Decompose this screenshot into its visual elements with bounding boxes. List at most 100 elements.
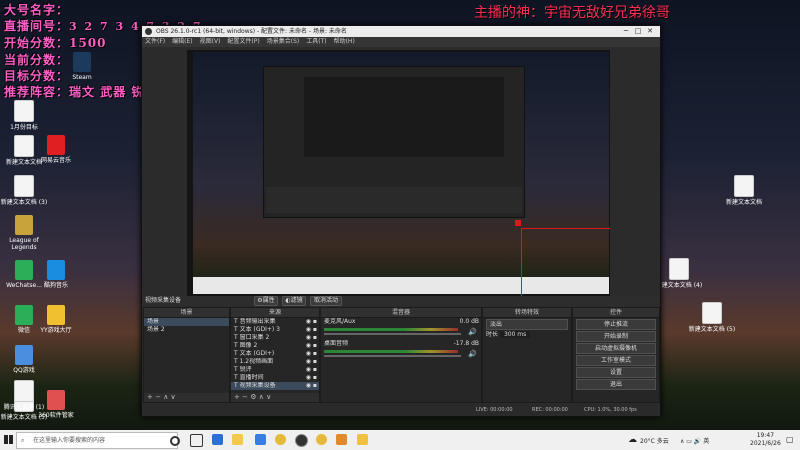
file-explorer-icon[interactable] (232, 434, 243, 445)
source-item[interactable]: T 图像 2 ◉ ▪ (231, 342, 319, 350)
settings-icon[interactable]: ⚙ (250, 393, 259, 401)
menu-item[interactable]: 工具(T) (306, 38, 326, 45)
source-item[interactable]: T 文本 (GDI+) ◉ ▪ (231, 350, 319, 358)
duration-input[interactable]: 300 ms (499, 331, 531, 338)
down-icon[interactable]: ∨ (266, 393, 271, 401)
control-button[interactable]: 工作室模式 (576, 355, 656, 366)
task-view-icon[interactable] (190, 434, 203, 447)
source-item[interactable]: T 直播时间 ◉ ▪ (231, 374, 319, 382)
eye-icon[interactable]: ◉ ▪ (306, 366, 319, 374)
desktop-icon[interactable]: 360软件管家 (32, 390, 80, 419)
desktop-icon[interactable]: 新建文本文档 (4) (655, 258, 703, 289)
desktop-icon-label: 新建文本文档 (3) (0, 199, 48, 206)
control-button[interactable]: 启动虚拟摄像机 (576, 343, 656, 354)
speaker-icon[interactable]: 🔊 (468, 328, 477, 336)
remove-icon[interactable]: − (155, 393, 163, 401)
desktop-icon[interactable]: 1月份目标 (0, 100, 48, 131)
desktop-icon[interactable]: YY游戏大厅 (32, 305, 80, 334)
properties-button[interactable]: ⚙属性 (254, 296, 278, 306)
desktop-icon[interactable]: 新建文本文档 (5) (688, 302, 736, 333)
cortana-icon[interactable] (170, 436, 180, 446)
selection-red-box[interactable] (521, 228, 610, 296)
app-icon (15, 260, 33, 280)
eye-icon[interactable]: ◉ ▪ (306, 350, 319, 358)
duration-row: 时长 300 ms (483, 331, 571, 339)
sources-footer: + − ⚙ ∧ ∨ (231, 393, 319, 402)
eye-icon[interactable]: ◉ ▪ (306, 374, 319, 382)
document-icon (734, 175, 754, 197)
desktop-icon[interactable]: Steam (58, 52, 106, 81)
app-icon (73, 52, 91, 72)
app-icon[interactable] (255, 434, 266, 445)
obs-preview[interactable] (187, 50, 610, 296)
control-button[interactable]: 退出 (576, 379, 656, 390)
windows-start-icon[interactable] (4, 435, 13, 444)
obs-titlebar[interactable]: OBS 26.1.0-rc1 (64-bit, windows) - 配置文件:… (142, 26, 660, 37)
obs-taskbar-icon[interactable] (295, 434, 308, 447)
edge-icon[interactable] (212, 434, 223, 445)
scene-item[interactable]: 场景 (144, 318, 229, 326)
menu-item[interactable]: 场景集合(S) (267, 38, 300, 45)
notification-icon[interactable]: ▢ (786, 435, 794, 444)
eye-icon[interactable]: ◉ ▪ (306, 382, 319, 390)
obs-window[interactable]: OBS 26.1.0-rc1 (64-bit, windows) - 配置文件:… (141, 25, 661, 417)
control-button[interactable]: 设置 (576, 367, 656, 378)
desktop-icon[interactable]: QQ游戏 (0, 345, 48, 374)
eye-icon[interactable]: ◉ ▪ (306, 334, 319, 342)
up-icon[interactable]: ∧ (259, 393, 266, 401)
source-item[interactable]: T 窗口采集 2 ◉ ▪ (231, 334, 319, 342)
menu-item[interactable]: 视图(V) (200, 38, 221, 45)
desktop-icon[interactable]: 酷狗音乐 (32, 260, 80, 289)
desktop-icon[interactable]: League of Legends (0, 215, 48, 251)
desktop-icon[interactable]: 新建文本文档 (3) (0, 175, 48, 206)
clock[interactable]: 19:47 2021/6/26 (750, 432, 781, 448)
filters-button[interactable]: ◐滤镜 (282, 296, 306, 306)
add-icon[interactable]: + (147, 393, 155, 401)
menu-item[interactable]: 文件(F) (145, 38, 165, 45)
control-button[interactable]: 开始录制 (576, 331, 656, 342)
add-icon[interactable]: + (234, 393, 242, 401)
app-icon (47, 390, 65, 410)
app-icon-3[interactable] (357, 434, 368, 445)
menu-item[interactable]: 编辑(E) (172, 38, 192, 45)
close-icon[interactable]: ✕ (644, 26, 656, 37)
source-item[interactable]: T 音频输出采集 ◉ ▪ (231, 318, 319, 326)
eye-icon[interactable]: ◉ ▪ (306, 318, 319, 326)
menu-item[interactable]: 帮助(H) (334, 38, 355, 45)
source-item[interactable]: T 文本 (GDI+) 3 ◉ ▪ (231, 326, 319, 334)
volume-slider[interactable] (324, 333, 461, 335)
source-item[interactable]: T 锐评 ◉ ▪ (231, 366, 319, 374)
eye-icon[interactable]: ◉ ▪ (306, 326, 319, 334)
weather[interactable]: 20°C 多云 (640, 436, 669, 445)
desktop-icon[interactable]: 网易云音乐 (32, 135, 80, 164)
search-input[interactable]: ⌕ 在这里输入你要搜索的内容 (16, 432, 178, 449)
scene-item[interactable]: 场景 2 (144, 326, 229, 334)
resize-handle[interactable] (515, 220, 521, 226)
remove-icon[interactable]: − (242, 393, 250, 401)
eye-icon[interactable]: ◉ ▪ (306, 342, 319, 350)
desktop-icon[interactable]: 新建文本文档 (720, 175, 768, 206)
control-button[interactable]: 停止推流 (576, 319, 656, 330)
overlay-line-1: 大号名字： (4, 3, 70, 17)
chrome-icon-2[interactable] (316, 434, 327, 445)
app-icon (47, 135, 65, 155)
eye-icon[interactable]: ◉ ▪ (306, 358, 319, 366)
tray-icons[interactable]: ∧ ▭ 🔊 英 (680, 436, 709, 445)
up-icon[interactable]: ∧ (163, 393, 170, 401)
transition-select[interactable]: 淡出 (486, 319, 568, 330)
maximize-icon[interactable]: □ (632, 26, 644, 37)
source-item[interactable]: T 视频采集设备 ◉ ▪ (231, 382, 319, 390)
minimize-icon[interactable]: ─ (620, 26, 632, 37)
menu-item[interactable]: 配置文件(P) (227, 38, 259, 45)
down-icon[interactable]: ∨ (171, 393, 176, 401)
source-list: T 音频输出采集 ◉ ▪ T 文本 (GDI+) 3 ◉ ▪ T 窗口采集 2 ◉ ▪ T … (231, 318, 319, 390)
source-item[interactable]: T 1.2视频画面 ◉ ▪ (231, 358, 319, 366)
desktop-icon-label: 新建文本文档 (4) (655, 282, 703, 289)
document-icon (14, 380, 34, 402)
deactivate-button[interactable]: 取消活动 (310, 296, 342, 306)
chrome-icon[interactable] (275, 434, 286, 445)
speaker-icon[interactable]: 🔊 (468, 350, 477, 358)
nested-obs-window (263, 66, 525, 218)
volume-slider[interactable] (324, 355, 461, 357)
app-icon-2[interactable] (336, 434, 347, 445)
